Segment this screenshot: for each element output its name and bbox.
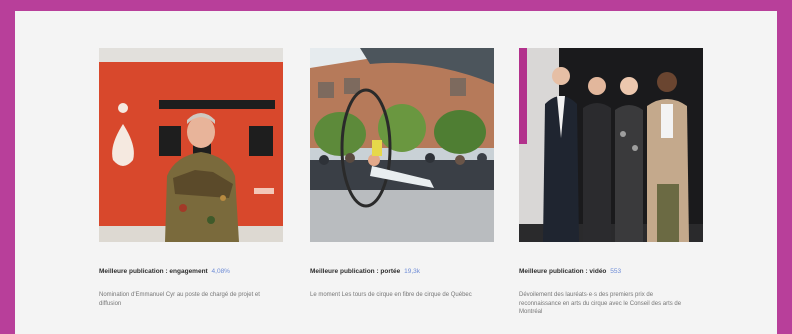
- publication-card-video[interactable]: Meilleure publication : vidéo 553 Dévoil…: [519, 48, 703, 317]
- post-metric-label: Meilleure publication : vidéo: [519, 268, 607, 275]
- publication-card-reach[interactable]: Meilleure publication : portée 19,3k Le …: [310, 48, 494, 300]
- post-description: Dévoilement des lauréats·e·s des premier…: [519, 292, 682, 315]
- post-caption: Meilleure publication : vidéo 553: [519, 268, 703, 275]
- street-performance-photo: [310, 48, 494, 242]
- portrait-photo: [99, 48, 283, 242]
- post-metric-value: 4,08%: [211, 268, 230, 275]
- post-metric-label: Meilleure publication : engagement: [99, 268, 208, 275]
- post-description: Nomination d'Emmanuel Cyr au poste de ch…: [99, 292, 260, 307]
- post-thumbnail-video[interactable]: [519, 48, 703, 242]
- post-caption: Meilleure publication : engagement 4,08%: [99, 268, 283, 275]
- group-photo: [519, 48, 703, 242]
- post-metric-value: 19,3k: [404, 268, 421, 275]
- post-metric-label: Meilleure publication : portée: [310, 268, 401, 275]
- publication-card-engagement[interactable]: Meilleure publication : engagement 4,08%…: [99, 48, 283, 308]
- post-description: Le moment Les tours de cirque en fibre d…: [310, 292, 472, 298]
- post-thumbnail-engagement[interactable]: [99, 48, 283, 242]
- post-metric-value: 553: [610, 268, 622, 275]
- post-caption: Meilleure publication : portée 19,3k: [310, 268, 494, 275]
- post-thumbnail-reach[interactable]: [310, 48, 494, 242]
- content-panel: Meilleure publication : engagement 4,08%…: [15, 11, 777, 334]
